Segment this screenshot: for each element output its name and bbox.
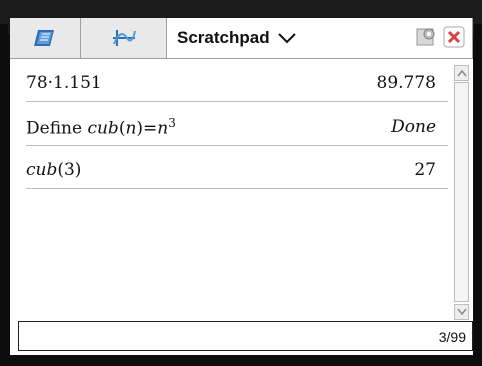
close-button[interactable] <box>443 26 465 48</box>
history-input: 78·1.151 <box>26 73 102 93</box>
tab-graphs[interactable] <box>81 18 167 58</box>
scroll-up-button[interactable] <box>454 65 469 81</box>
history-output: Done <box>391 117 436 137</box>
history-row[interactable]: cub(3) 27 <box>26 152 448 189</box>
history-area: 78·1.151 89.778 Define cub(n)=n3 Done cu… <box>10 59 450 314</box>
history-row[interactable]: 78·1.151 89.778 <box>26 65 448 102</box>
define-keyword: Define <box>26 118 88 139</box>
function-arg: (n) <box>118 118 144 139</box>
function-name: cub <box>87 118 119 139</box>
function-name: cub <box>26 160 58 180</box>
scroll-track[interactable] <box>454 82 469 302</box>
tab-bar: Scratchpad <box>10 18 473 59</box>
device-frame: Scratchpad 78·1.151 89.778 Define cub(n)… <box>0 0 482 366</box>
close-icon <box>443 26 465 48</box>
scratchpad-title: Scratchpad <box>177 28 270 47</box>
document-settings-button[interactable] <box>415 26 437 48</box>
tab-calculator[interactable] <box>10 18 81 58</box>
history-output: 89.778 <box>376 73 436 93</box>
history-input: cub(3) <box>26 160 81 180</box>
history-scrollbar[interactable] <box>454 65 469 320</box>
tab-actions <box>415 26 465 48</box>
history-row[interactable]: Define cub(n)=n3 Done <box>26 109 448 146</box>
document-settings-icon <box>416 28 435 46</box>
chevron-down-icon <box>456 308 467 316</box>
bezel-right <box>474 24 482 366</box>
entry-line[interactable]: 3/99 <box>18 321 473 351</box>
exponent: 3 <box>168 115 176 130</box>
graphs-app-icon <box>112 30 136 46</box>
bezel-bottom <box>0 356 482 366</box>
chevron-down-icon[interactable] <box>277 32 296 44</box>
variable: n <box>157 118 169 139</box>
equals-sign: = <box>143 118 158 139</box>
history-output: 27 <box>414 160 436 180</box>
calculator-app-icon <box>34 30 54 46</box>
function-arg: (3) <box>57 160 82 180</box>
chevron-up-icon <box>456 69 467 77</box>
bezel-left <box>0 24 8 366</box>
calculator-screen: Scratchpad 78·1.151 89.778 Define cub(n)… <box>10 18 473 355</box>
scroll-down-button[interactable] <box>454 304 469 320</box>
history-counter: 3/99 <box>438 329 466 345</box>
history-input: Define cub(n)=n3 <box>26 116 176 139</box>
